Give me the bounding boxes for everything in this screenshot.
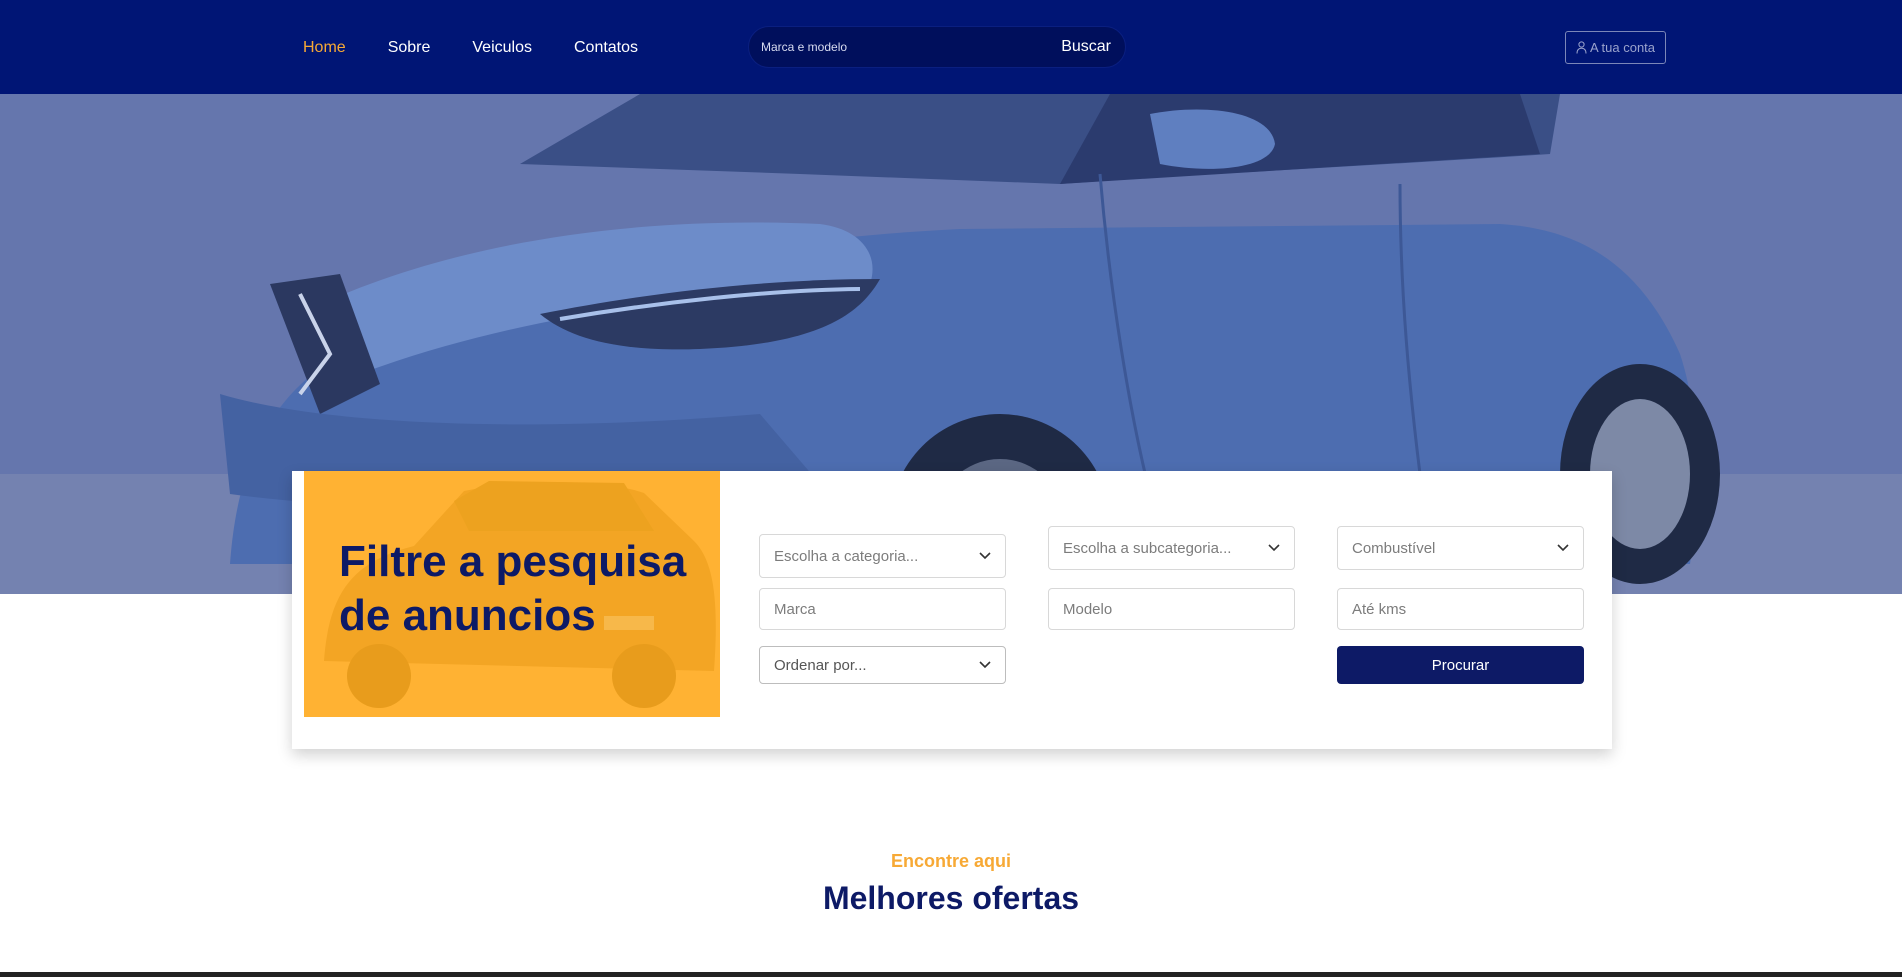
nav-link-contatos[interactable]: Contatos — [574, 38, 638, 58]
subcategory-select-label: Escolha a subcategoria... — [1063, 539, 1232, 557]
nav-link-veiculos[interactable]: Veiculos — [472, 38, 532, 58]
account-label: A tua conta — [1589, 40, 1656, 55]
category-select[interactable]: Escolha a categoria... — [759, 534, 1006, 578]
chevron-down-icon — [979, 552, 991, 560]
main-nav: Home Sobre Veiculos Contatos — [303, 38, 680, 58]
search-input[interactable] — [761, 40, 1062, 54]
chevron-down-icon — [1557, 544, 1569, 552]
category-select-label: Escolha a categoria... — [774, 547, 919, 565]
kms-field[interactable] — [1337, 588, 1584, 630]
filter-card: Filtre a pesquisa de anuncios Escolha a … — [292, 471, 1612, 749]
model-input[interactable] — [1063, 600, 1280, 618]
brand-field[interactable] — [759, 588, 1006, 630]
chevron-down-icon — [1268, 544, 1280, 552]
offers-eyebrow: Encontre aqui — [890, 851, 1011, 871]
search-button[interactable]: Buscar — [1061, 38, 1111, 56]
sort-select[interactable]: Ordenar por... — [759, 646, 1006, 684]
page-divider — [0, 972, 1902, 977]
fuel-select[interactable]: Combustível — [1337, 526, 1584, 570]
account-button[interactable]: A tua conta — [1565, 31, 1666, 64]
search-bar: Buscar — [748, 26, 1126, 68]
chevron-down-icon — [979, 661, 991, 669]
filter-promo-panel: Filtre a pesquisa de anuncios — [304, 471, 720, 717]
fuel-select-label: Combustível — [1352, 539, 1436, 557]
subcategory-select[interactable]: Escolha a subcategoria... — [1048, 526, 1295, 570]
nav-link-sobre[interactable]: Sobre — [388, 38, 431, 58]
user-icon — [1576, 41, 1587, 54]
kms-input[interactable] — [1352, 600, 1569, 618]
top-navbar: Home Sobre Veiculos Contatos Buscar A tu… — [0, 0, 1902, 94]
model-field[interactable] — [1048, 588, 1295, 630]
filter-title: Filtre a pesquisa de anuncios — [339, 537, 687, 640]
sort-select-label: Ordenar por... — [774, 656, 867, 674]
brand-input[interactable] — [774, 600, 991, 618]
offers-title: Melhores ofertas — [822, 880, 1080, 916]
procurar-button[interactable]: Procurar — [1337, 646, 1584, 684]
nav-link-home[interactable]: Home — [303, 38, 346, 58]
